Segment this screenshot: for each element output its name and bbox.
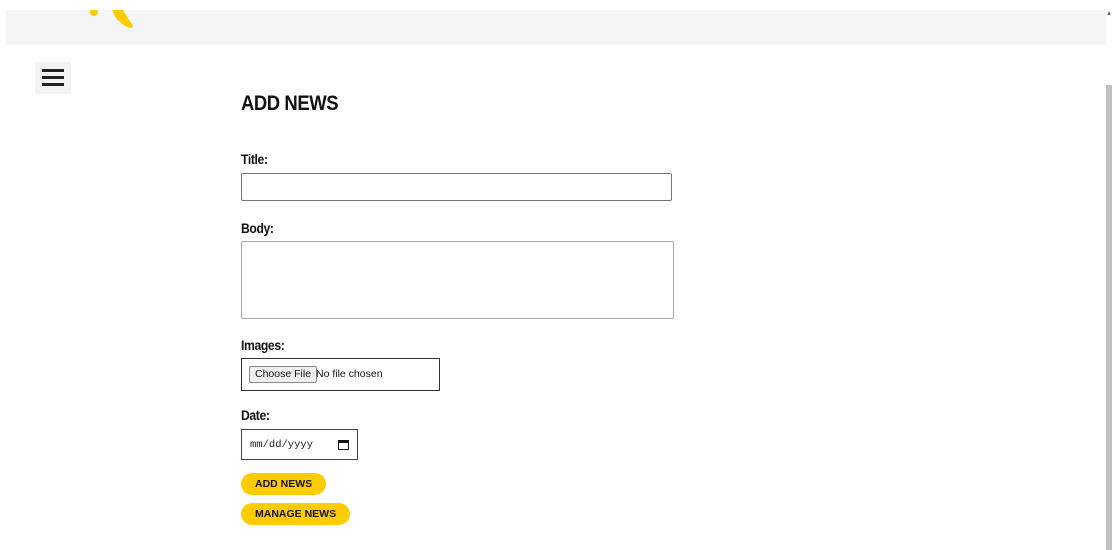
title-label: Title: [241, 152, 268, 167]
scrollbar-thumb[interactable] [1106, 85, 1112, 550]
page-title: ADD NEWS [241, 92, 339, 115]
date-label: Date: [241, 408, 270, 423]
manage-news-button[interactable]: MANAGE NEWS [241, 503, 351, 525]
add-news-form: ADD NEWS Title: Body: Images: Choose Fil… [241, 92, 681, 525]
images-label: Images: [241, 338, 285, 353]
add-news-button[interactable]: ADD NEWS [241, 473, 327, 495]
choose-file-button[interactable]: Choose File [249, 366, 318, 383]
title-input[interactable] [241, 173, 672, 201]
calendar-icon[interactable] [338, 439, 349, 450]
file-status-text: No file chosen [316, 368, 383, 380]
vertical-scrollbar[interactable]: ▴ [1106, 0, 1112, 550]
body-textarea[interactable] [241, 241, 674, 319]
date-placeholder: mm/dd/yyyy [250, 439, 314, 451]
scroll-up-arrow-icon[interactable]: ▴ [1106, 10, 1112, 18]
hamburger-menu-icon[interactable] [35, 62, 71, 94]
logo-icon[interactable] [84, 10, 144, 40]
top-header-bar [6, 10, 1106, 45]
images-file-input[interactable]: Choose File No file chosen [241, 358, 440, 391]
date-input[interactable]: mm/dd/yyyy [241, 429, 358, 460]
body-label: Body: [241, 221, 274, 236]
